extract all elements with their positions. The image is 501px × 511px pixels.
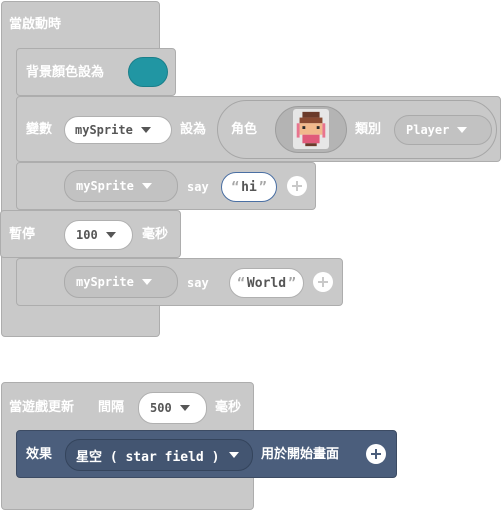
effect-dropdown[interactable]: 星空 ( star field ) xyxy=(65,439,253,471)
say-text-field[interactable]: “ World ” xyxy=(229,268,304,298)
effect-label: 效果 xyxy=(26,447,53,462)
say-sprite-value: mySprite xyxy=(76,179,134,193)
plus-icon[interactable] xyxy=(287,176,307,196)
plus-icon[interactable] xyxy=(366,444,386,464)
interval-unit-label: 毫秒 xyxy=(215,400,242,415)
set-variable-label: 變數 xyxy=(26,122,53,137)
caret-down-icon xyxy=(229,452,240,458)
set-variable-block[interactable]: 變數 mySprite 設為 角色 類別 Player xyxy=(16,96,501,162)
say-hi-block[interactable]: mySprite say “ hi ” xyxy=(16,162,316,210)
interval-dropdown-value: 500 xyxy=(150,401,172,415)
pause-label: 暫停 xyxy=(9,227,36,242)
say-text-field[interactable]: “ hi ” xyxy=(221,172,277,202)
close-quote: ” xyxy=(258,179,267,195)
caret-down-icon xyxy=(141,279,152,285)
say-text-value: World xyxy=(246,275,287,291)
pause-duration-dropdown[interactable]: 100 xyxy=(64,220,133,250)
say-label: say xyxy=(187,276,209,290)
interval-dropdown[interactable]: 500 xyxy=(138,392,207,424)
open-quote: “ xyxy=(237,275,245,291)
set-to-label: 設為 xyxy=(180,122,207,137)
kind-dropdown[interactable]: Player xyxy=(394,115,492,145)
on-start-label: 當啟動時 xyxy=(9,17,62,32)
start-screen-effect-block[interactable]: 效果 星空 ( star field ) 用於開始畫面 xyxy=(16,430,397,478)
on-update-label: 當遊戲更新 xyxy=(9,400,75,415)
plus-icon[interactable] xyxy=(313,272,333,292)
kind-label: 類別 xyxy=(355,122,382,137)
color-swatch[interactable] xyxy=(128,57,168,87)
variable-dropdown[interactable]: mySprite xyxy=(64,116,172,144)
sprite-image-field[interactable] xyxy=(275,106,347,153)
variable-dropdown-value: mySprite xyxy=(75,123,133,137)
caret-down-icon xyxy=(179,405,190,411)
sprite-label: 角色 xyxy=(231,122,258,137)
pause-duration-value: 100 xyxy=(76,228,98,242)
sprite-thumbnail-icon xyxy=(293,109,329,149)
say-world-block[interactable]: mySprite say “ World ” xyxy=(16,258,343,306)
pause-block[interactable]: 暫停 100 毫秒 xyxy=(0,210,181,258)
kind-dropdown-value: Player xyxy=(406,123,450,137)
say-sprite-value: mySprite xyxy=(76,275,134,289)
caret-down-icon xyxy=(105,232,116,238)
create-sprite-reporter[interactable]: 角色 類別 Player xyxy=(217,100,497,159)
effect-suffix-label: 用於開始畫面 xyxy=(261,447,340,462)
set-background-label: 背景顏色設為 xyxy=(26,65,105,80)
caret-down-icon xyxy=(141,183,152,189)
open-quote: “ xyxy=(231,179,240,195)
pause-unit-label: 毫秒 xyxy=(142,227,169,242)
effect-dropdown-value: 星空 ( star field ) xyxy=(76,449,220,465)
say-sprite-dropdown[interactable]: mySprite xyxy=(64,170,178,202)
say-text-value: hi xyxy=(241,179,257,195)
say-label: say xyxy=(187,180,209,194)
caret-down-icon xyxy=(140,127,151,133)
say-sprite-dropdown[interactable]: mySprite xyxy=(64,266,178,298)
close-quote: ” xyxy=(288,275,296,291)
interval-label: 間隔 xyxy=(98,400,125,415)
set-background-color-block[interactable]: 背景顏色設為 xyxy=(16,48,176,96)
caret-down-icon xyxy=(457,127,468,133)
